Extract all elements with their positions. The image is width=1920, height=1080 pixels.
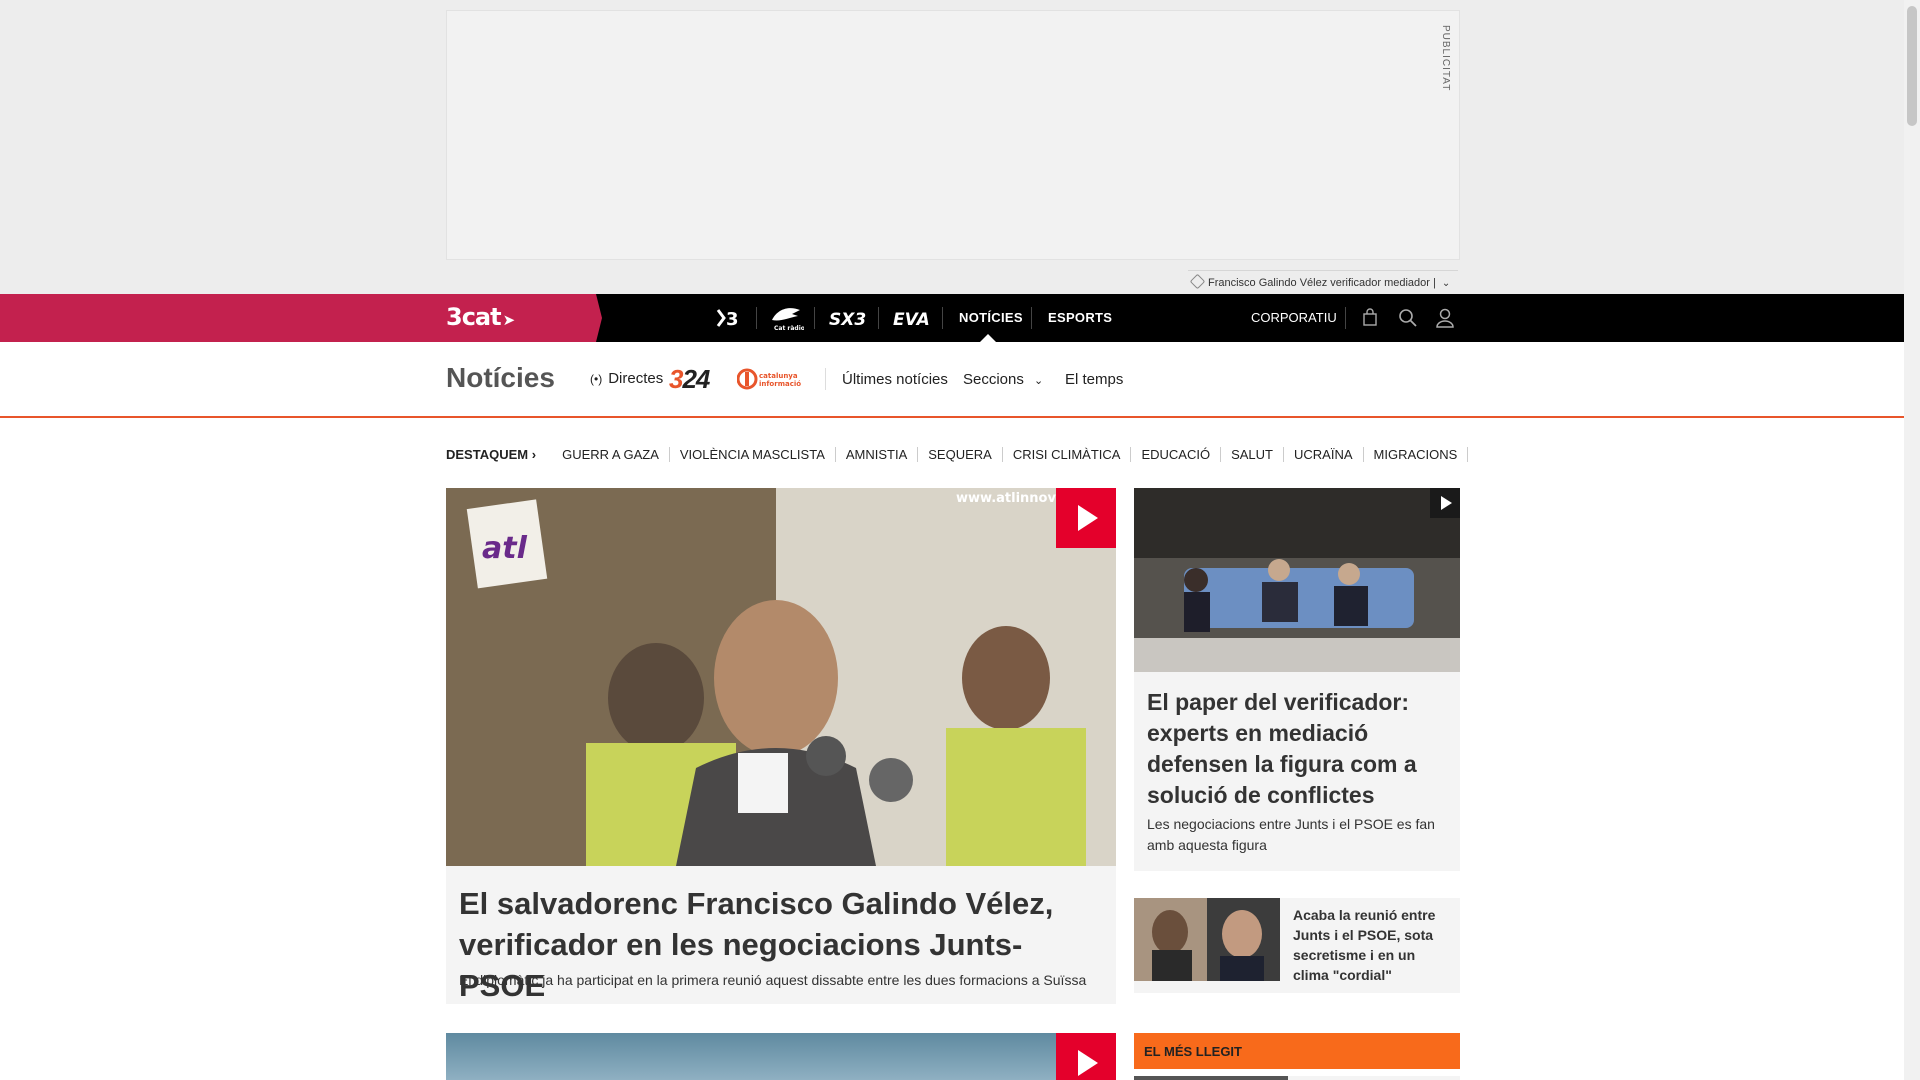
tag-item[interactable]: SEQUERA: [918, 447, 1003, 462]
most-read-list: [1134, 1076, 1460, 1080]
separator: [825, 368, 826, 390]
catalunya-informacio-logo[interactable]: catalunya informació: [736, 368, 809, 390]
channel-sx3-logo[interactable]: SX3: [826, 294, 866, 342]
user-icon[interactable]: [1433, 306, 1457, 330]
chevron-down-icon[interactable]: ⌄: [1442, 278, 1450, 289]
channel-tv3-logo[interactable]: 3: [714, 294, 744, 342]
ad-banner-area: PUBLICITAT Francisco Galindo Vélez verif…: [0, 0, 1904, 294]
svg-text:catalunya: catalunya: [759, 372, 798, 380]
destaquem-label[interactable]: DESTAQUEM ›: [446, 447, 536, 462]
page-title: Notícies: [446, 362, 555, 393]
separator: [756, 307, 757, 329]
main-story-subtitle: El diplomàtic ja ha participat en la pri…: [459, 972, 1087, 988]
svg-text:EVA: EVA: [893, 310, 930, 330]
ad-slot[interactable]: PUBLICITAT: [446, 10, 1460, 260]
tag-item[interactable]: UCRAÏNA: [1284, 447, 1364, 462]
live-radio-icon: (•): [590, 372, 603, 386]
next-story-image[interactable]: [446, 1033, 1116, 1080]
main-story-card[interactable]: atl www.atlinnovac El salvadorenc Franci…: [446, 488, 1116, 1004]
highlight-tags: DESTAQUEM › GUERR A GAZA VIOLÈNCIA MASCLIS…: [446, 447, 1469, 463]
channel-catradio-logo[interactable]: Cat ràdio: [768, 294, 805, 342]
side-story-card[interactable]: El paper del verificador: experts en med…: [1134, 488, 1460, 871]
svg-text:SX3: SX3: [829, 310, 866, 330]
chevron-down-icon: ⌄: [1034, 375, 1044, 387]
svg-text:informació: informació: [759, 380, 801, 388]
chevron-right-icon: ›: [531, 447, 537, 462]
top-navigation-bar: 3cat ➤ 3 Cat ràdio SX3 EVA NOTÍCIES ESPOR…: [0, 294, 1904, 342]
tag-item[interactable]: AMNISTIA: [836, 447, 919, 462]
play-video-button[interactable]: [1056, 1033, 1116, 1080]
tag-icon: [1189, 273, 1206, 290]
3cat-logo[interactable]: 3cat ➤: [446, 303, 515, 331]
nav-corporatiu[interactable]: CORPORATIU: [1251, 294, 1337, 342]
svg-text:Cat ràdio: Cat ràdio: [774, 325, 804, 332]
channel-eva-logo[interactable]: EVA: [890, 294, 930, 342]
seccions-dropdown[interactable]: Seccions ⌄: [963, 371, 1043, 388]
atl-logo: atl: [482, 531, 528, 566]
side-story-subtitle: Les negociacions entre Junts i el PSOE e…: [1147, 816, 1435, 853]
ad-tagline-text: Francisco Galindo Vélez verificador medi…: [1208, 277, 1436, 289]
324-logo[interactable]: 324: [669, 364, 710, 395]
scrollbar-thumb[interactable]: [1907, 6, 1917, 126]
mini-story-title[interactable]: Acaba la reunió entre Junts i el PSOE, s…: [1293, 905, 1453, 985]
tag-item[interactable]: MIGRACIONS: [1364, 447, 1469, 462]
el-temps-link[interactable]: El temps: [1065, 371, 1123, 388]
shopping-bag-icon[interactable]: [1358, 306, 1382, 330]
main-story-image[interactable]: atl www.atlinnovac: [446, 488, 1116, 866]
separator: [1345, 307, 1346, 329]
side-story-title[interactable]: El paper del verificador: experts en med…: [1147, 687, 1452, 811]
separator: [1031, 307, 1032, 329]
tag-item[interactable]: VIOLÈNCIA MASCLISTA: [670, 447, 836, 462]
mini-story-image[interactable]: [1134, 898, 1280, 981]
section-header: Notícies (•) Directes 324 catalunya inform…: [0, 342, 1904, 418]
active-indicator: [980, 334, 996, 342]
separator: [814, 307, 815, 329]
ad-tagline[interactable]: Francisco Galindo Vélez verificador medi…: [1188, 270, 1458, 295]
svg-text:3: 3: [726, 309, 739, 330]
scrollbar[interactable]: [1904, 0, 1920, 1080]
directes-link[interactable]: (•) Directes: [590, 370, 663, 387]
tag-item[interactable]: EDUCACIÓ: [1131, 447, 1222, 462]
separator: [942, 307, 943, 329]
mini-story-card[interactable]: Acaba la reunió entre Junts i el PSOE, s…: [1134, 898, 1460, 993]
play-video-button[interactable]: [1056, 488, 1116, 548]
most-read-header: EL MÉS LLEGIT: [1134, 1033, 1460, 1069]
video-badge[interactable]: [1430, 488, 1460, 518]
watermark-text: www.atlinnovac: [956, 491, 1072, 506]
search-icon[interactable]: [1396, 306, 1420, 330]
tag-item[interactable]: GUERR A GAZA: [552, 447, 670, 462]
tag-item[interactable]: CRISI CLIMÀTICA: [1003, 447, 1132, 462]
side-story-image[interactable]: [1134, 488, 1460, 672]
nav-esports[interactable]: ESPORTS: [1048, 294, 1112, 342]
tag-item[interactable]: SALUT: [1221, 447, 1284, 462]
ad-label: PUBLICITAT: [1440, 25, 1451, 92]
separator: [878, 307, 879, 329]
ultimes-noticies-link[interactable]: Últimes notícies: [842, 371, 948, 388]
